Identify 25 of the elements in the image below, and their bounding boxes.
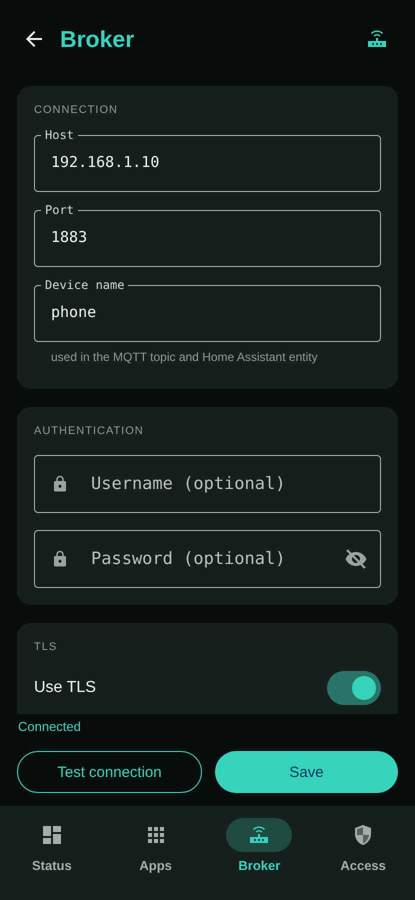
nav-tab[interactable]: Broker — [208, 818, 312, 900]
section-title: TLS — [34, 641, 58, 653]
toggle-label: Use TLS — [34, 679, 96, 697]
save-button[interactable]: Save — [215, 751, 398, 793]
nav-tab[interactable]: Status — [0, 818, 104, 900]
field-label: Device name — [44, 278, 126, 292]
text-field[interactable]: Device name phone — [34, 278, 381, 342]
eye-off-icon[interactable] — [344, 547, 368, 571]
lock-icon — [51, 475, 69, 493]
page-title: Broker — [60, 26, 134, 52]
section-title: CONNECTION — [34, 104, 119, 116]
input-field[interactable]: Username (optional) — [34, 455, 381, 513]
helper-text: used in the MQTT topic and Home Assistant entity — [51, 350, 319, 364]
nav-tab[interactable]: Access — [311, 818, 415, 900]
field-label: Host — [44, 128, 75, 142]
toggle-switch[interactable] — [327, 671, 381, 705]
test-button[interactable]: Test connection — [17, 751, 202, 793]
section-title: AUTHENTICATION — [34, 425, 145, 437]
connection-status: Connected — [17, 718, 82, 736]
text-field[interactable]: Host 192.168.1.10 — [34, 128, 381, 192]
nav-tab[interactable]: Apps — [104, 818, 208, 900]
field-label: Port — [44, 203, 75, 217]
input-field[interactable]: Password (optional) — [34, 530, 381, 588]
text-field[interactable]: Port 1883 — [34, 203, 381, 267]
lock-icon — [51, 550, 69, 568]
